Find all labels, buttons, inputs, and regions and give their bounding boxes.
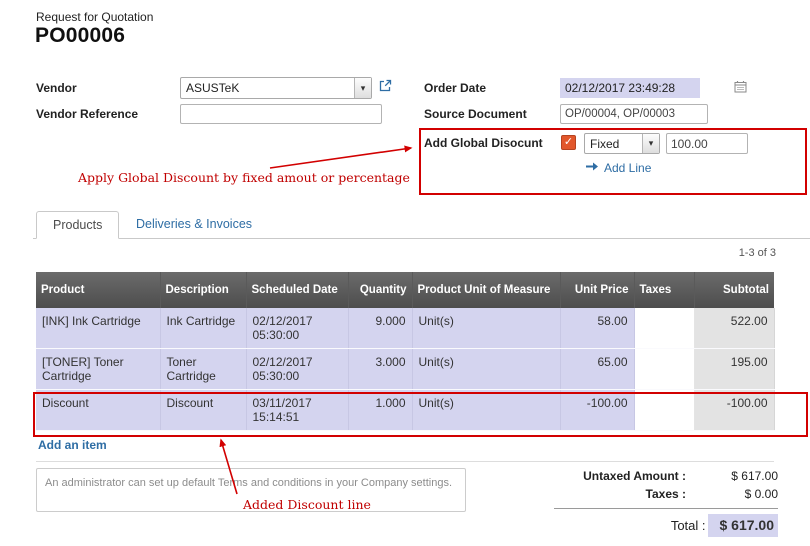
column-header-quantity: Quantity bbox=[348, 272, 412, 308]
cell-product[interactable]: [TONER] Toner Cartridge bbox=[36, 349, 160, 390]
tab-divider bbox=[33, 238, 810, 239]
arrow-to-global-discount bbox=[270, 148, 411, 168]
annotation-global-discount-note: Apply Global Discount by fixed amout or … bbox=[78, 170, 410, 185]
column-header-taxes: Taxes bbox=[634, 272, 694, 308]
form-type-label: Request for Quotation bbox=[36, 10, 153, 24]
annotation-box-global-discount bbox=[419, 128, 807, 195]
untaxed-amount-label: Untaxed Amount : bbox=[558, 469, 688, 483]
source-document-label: Source Document bbox=[424, 107, 527, 121]
taxes-value: $ 0.00 bbox=[688, 487, 778, 501]
external-link-icon[interactable] bbox=[378, 79, 392, 93]
cell-product[interactable]: [INK] Ink Cartridge bbox=[36, 308, 160, 349]
untaxed-amount-value: $ 617.00 bbox=[688, 469, 778, 483]
chevron-down-icon[interactable]: ▾ bbox=[354, 78, 371, 98]
vendor-label: Vendor bbox=[36, 81, 77, 95]
cell-description[interactable]: Toner Cartridge bbox=[160, 349, 246, 390]
column-header-uom: Product Unit of Measure bbox=[412, 272, 560, 308]
vendor-value: ASUSTeK bbox=[181, 78, 354, 98]
totals-divider bbox=[554, 508, 778, 509]
total-label: Total : bbox=[578, 518, 708, 533]
untaxed-amount-row: Untaxed Amount : $ 617.00 bbox=[554, 467, 778, 485]
column-header-description: Description bbox=[160, 272, 246, 308]
total-row: Total : $ 617.00 bbox=[554, 512, 778, 539]
cell-description[interactable]: Ink Cartridge bbox=[160, 308, 246, 349]
pager: 1-3 of 3 bbox=[739, 247, 776, 259]
annotation-box-discount-line bbox=[33, 392, 808, 437]
table-row[interactable]: [TONER] Toner Cartridge Toner Cartridge … bbox=[36, 349, 774, 390]
vendor-reference-label: Vendor Reference bbox=[36, 107, 138, 121]
add-an-item-link[interactable]: Add an item bbox=[38, 438, 107, 452]
total-value: $ 617.00 bbox=[708, 514, 779, 537]
tab-deliveries-invoices[interactable]: Deliveries & Invoices bbox=[122, 211, 266, 238]
taxes-row: Taxes : $ 0.00 bbox=[554, 485, 778, 503]
table-row[interactable]: [INK] Ink Cartridge Ink Cartridge 02/12/… bbox=[36, 308, 774, 349]
cell-subtotal[interactable]: 522.00 bbox=[694, 308, 774, 349]
rfq-form-page: Request for Quotation PO00006 Vendor ASU… bbox=[0, 0, 810, 546]
tab-products[interactable]: Products bbox=[36, 211, 119, 239]
taxes-label: Taxes : bbox=[558, 487, 688, 501]
cell-quantity[interactable]: 3.000 bbox=[348, 349, 412, 390]
vendor-select[interactable]: ASUSTeK ▾ bbox=[180, 77, 372, 99]
vendor-reference-input[interactable] bbox=[180, 104, 382, 124]
cell-taxes[interactable] bbox=[634, 308, 694, 349]
page-title: PO00006 bbox=[35, 24, 125, 48]
order-date-label: Order Date bbox=[424, 81, 486, 95]
column-header-scheduled-date: Scheduled Date bbox=[246, 272, 348, 308]
source-document-input[interactable] bbox=[560, 104, 708, 124]
cell-subtotal[interactable]: 195.00 bbox=[694, 349, 774, 390]
cell-taxes[interactable] bbox=[634, 349, 694, 390]
cell-scheduled-date[interactable]: 02/12/2017 05:30:00 bbox=[246, 349, 348, 390]
table-header-row: Product Description Scheduled Date Quant… bbox=[36, 272, 774, 308]
cell-unit-price[interactable]: 58.00 bbox=[560, 308, 634, 349]
cell-scheduled-date[interactable]: 02/12/2017 05:30:00 bbox=[246, 308, 348, 349]
cell-unit-price[interactable]: 65.00 bbox=[560, 349, 634, 390]
cell-uom[interactable]: Unit(s) bbox=[412, 349, 560, 390]
cell-uom[interactable]: Unit(s) bbox=[412, 308, 560, 349]
totals-panel: Untaxed Amount : $ 617.00 Taxes : $ 0.00… bbox=[554, 467, 778, 539]
column-header-subtotal: Subtotal bbox=[694, 272, 774, 308]
cell-quantity[interactable]: 9.000 bbox=[348, 308, 412, 349]
column-header-unit-price: Unit Price bbox=[560, 272, 634, 308]
annotation-discount-line-note: Added Discount line bbox=[243, 497, 371, 512]
order-date-value[interactable]: 02/12/2017 23:49:28 bbox=[560, 78, 700, 98]
column-header-product: Product bbox=[36, 272, 160, 308]
calendar-icon[interactable] bbox=[734, 80, 747, 93]
